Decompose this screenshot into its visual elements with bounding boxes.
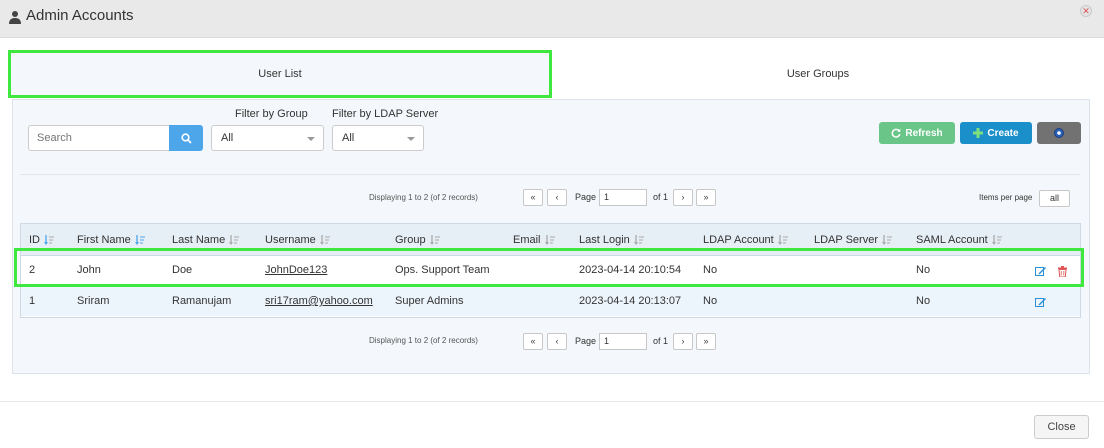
column-header-group[interactable]: Group bbox=[395, 234, 440, 246]
cell-last-name: Ramanujam bbox=[172, 295, 232, 307]
sort-icon bbox=[134, 235, 145, 246]
close-button-label: Close bbox=[1047, 421, 1076, 433]
sort-icon bbox=[44, 235, 54, 246]
page-input[interactable]: 1 bbox=[599, 189, 647, 206]
next-page-button[interactable]: › bbox=[673, 333, 693, 350]
group-select-value: All bbox=[221, 132, 234, 144]
cell-id: 1 bbox=[29, 295, 36, 307]
footer-divider bbox=[0, 401, 1104, 402]
chevron-down-icon bbox=[307, 137, 315, 141]
settings-button[interactable] bbox=[1037, 122, 1081, 144]
page-input[interactable]: 1 bbox=[599, 333, 647, 350]
records-info: Displaying 1 to 2 (of 2 records) bbox=[369, 336, 478, 345]
title-bar: Admin Accounts ✕ bbox=[0, 0, 1104, 38]
group-select[interactable]: All bbox=[211, 125, 324, 151]
page-label: Page bbox=[575, 192, 597, 202]
create-button[interactable]: Create bbox=[960, 122, 1032, 144]
last-page-button[interactable]: » bbox=[696, 189, 716, 206]
ldap-select-value: All bbox=[342, 132, 355, 144]
plus-icon bbox=[973, 128, 984, 138]
sort-icon bbox=[544, 235, 555, 246]
ldap-server-select[interactable]: All bbox=[332, 125, 424, 151]
page-label: Page bbox=[575, 336, 597, 346]
items-per-page-select[interactable]: all bbox=[1039, 190, 1070, 207]
cell-group: Super Admins bbox=[395, 295, 464, 307]
column-header-first-name[interactable]: First Name bbox=[77, 234, 145, 246]
tab-user-groups[interactable]: User Groups bbox=[556, 50, 1080, 98]
sort-icon bbox=[777, 235, 788, 246]
column-header-last-login[interactable]: Last Login bbox=[579, 234, 644, 246]
search-button[interactable] bbox=[169, 125, 203, 151]
tab-user-list-label: User List bbox=[258, 68, 302, 80]
cell-first-name: Sriram bbox=[77, 295, 110, 307]
column-header-last-name[interactable]: Last Name bbox=[172, 234, 240, 246]
sort-icon bbox=[429, 235, 440, 246]
user-icon bbox=[9, 11, 21, 24]
selected-row-highlight bbox=[14, 248, 1084, 287]
search-input[interactable] bbox=[28, 125, 169, 151]
prev-page-button[interactable]: ‹ bbox=[547, 189, 567, 206]
next-page-button[interactable]: › bbox=[673, 189, 693, 206]
close-button[interactable]: Close bbox=[1034, 415, 1089, 439]
cell-username[interactable]: sri17ram@yahoo.com bbox=[265, 295, 373, 307]
prev-page-button[interactable]: ‹ bbox=[547, 333, 567, 350]
chevron-down-icon bbox=[407, 137, 415, 141]
search-icon bbox=[180, 132, 192, 144]
tab-user-groups-label: User Groups bbox=[786, 68, 850, 80]
sort-icon bbox=[991, 235, 1002, 246]
sort-icon bbox=[633, 235, 644, 246]
refresh-icon bbox=[891, 128, 901, 138]
gear-icon bbox=[1054, 128, 1064, 138]
column-header-ldap-server[interactable]: LDAP Server bbox=[814, 234, 892, 246]
refresh-button[interactable]: Refresh bbox=[879, 122, 955, 144]
cell-last-login: 2023-04-14 20:13:07 bbox=[579, 295, 682, 307]
column-header-email[interactable]: Email bbox=[513, 234, 555, 246]
filter-ldap-label: Filter by LDAP Server bbox=[332, 108, 439, 120]
cell-saml-account: No bbox=[916, 295, 931, 307]
refresh-label: Refresh bbox=[905, 127, 943, 139]
close-icon[interactable]: ✕ bbox=[1080, 5, 1092, 17]
last-page-button[interactable]: » bbox=[696, 333, 716, 350]
username-link[interactable]: sri17ram@yahoo.com bbox=[265, 295, 373, 307]
window-title: Admin Accounts bbox=[26, 7, 134, 24]
column-header-saml-account[interactable]: SAML Account bbox=[916, 234, 1002, 246]
first-page-button[interactable]: « bbox=[523, 333, 543, 350]
cell-ldap-account: No bbox=[703, 295, 718, 307]
page-count: of 1 bbox=[653, 192, 669, 202]
page-count: of 1 bbox=[653, 336, 669, 346]
tab-user-list[interactable]: User List bbox=[8, 50, 552, 98]
items-per-page-label: Items per page bbox=[979, 193, 1033, 202]
divider bbox=[20, 174, 1080, 175]
table-row[interactable]: 1 Sriram Ramanujam sri17ram@yahoo.com Su… bbox=[21, 286, 1080, 316]
column-header-username[interactable]: Username bbox=[265, 234, 330, 246]
sort-icon bbox=[882, 235, 892, 246]
edit-icon[interactable] bbox=[1035, 297, 1046, 308]
records-info: Displaying 1 to 2 (of 2 records) bbox=[369, 193, 478, 202]
create-label: Create bbox=[987, 127, 1019, 139]
column-header-ldap-account[interactable]: LDAP Account bbox=[703, 234, 788, 246]
sort-icon bbox=[229, 235, 240, 246]
first-page-button[interactable]: « bbox=[523, 189, 543, 206]
column-header-id[interactable]: ID bbox=[29, 234, 54, 246]
filter-group-label: Filter by Group bbox=[235, 108, 308, 120]
sort-icon bbox=[319, 235, 330, 246]
